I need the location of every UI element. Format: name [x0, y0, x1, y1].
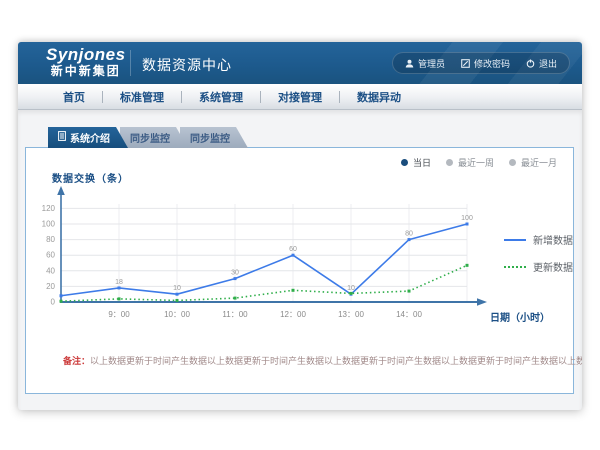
logo-subtext: 新中新集团	[46, 64, 126, 78]
svg-text:13：00: 13：00	[338, 310, 364, 319]
main-nav: 首页 标准管理 系统管理 对接管理 数据异动	[18, 84, 582, 110]
power-icon	[526, 59, 535, 68]
tab-system-intro[interactable]: 系统介绍	[48, 127, 128, 148]
radio-last-week[interactable]: 最近一周	[446, 156, 494, 169]
legend-update-data[interactable]: 更新数据	[504, 259, 573, 274]
tab-label: 同步监控	[190, 130, 230, 145]
svg-text:12：00: 12：00	[280, 310, 306, 319]
svg-text:100: 100	[461, 215, 473, 222]
svg-text:60: 60	[46, 251, 55, 260]
radio-label: 最近一月	[521, 156, 557, 169]
line-chart-svg: 0 20 40 60 80 100 120 9：00 10：00 11：00 12：00 13：00 1…	[26, 178, 574, 328]
series-legend: 新增数据 更新数据	[504, 232, 573, 274]
tab-sync-monitor-2[interactable]: 同步监控	[180, 127, 248, 148]
svg-text:0: 0	[51, 298, 56, 307]
content-area: 系统介绍 同步监控 同步监控 当日 最近一周	[18, 110, 582, 410]
svg-text:9：00: 9：00	[108, 310, 130, 319]
legend-label: 更新数据	[533, 259, 573, 274]
header-divider	[130, 50, 131, 76]
current-user-label: 管理员	[418, 57, 445, 70]
radio-dot	[446, 159, 453, 166]
x-axis-title: 日期（小时）	[490, 309, 550, 324]
nav-item-interface-mgmt[interactable]: 对接管理	[261, 89, 339, 105]
nav-item-standard-mgmt[interactable]: 标准管理	[103, 89, 181, 105]
edit-icon	[461, 59, 470, 68]
nav-item-data-change[interactable]: 数据异动	[340, 89, 418, 105]
tab-bar: 系统介绍 同步监控 同步监控	[48, 127, 248, 148]
footnote-label: 备注：	[63, 356, 90, 366]
radio-dot	[509, 159, 516, 166]
time-range-filter: 当日 最近一周 最近一月	[401, 156, 557, 169]
document-icon	[58, 131, 66, 144]
footnote: 备注：以上数据更新于时间产生数据以上数据更新于时间产生数据以上数据更新于时间产生…	[63, 354, 582, 367]
user-icon	[405, 59, 414, 68]
change-password-button[interactable]: 修改密码	[461, 57, 510, 70]
svg-text:40: 40	[46, 266, 55, 275]
company-logo: Synjones 新中新集团	[46, 46, 126, 78]
footnote-text: 以上数据更新于时间产生数据以上数据更新于时间产生数据以上数据更新于时间产生数据以…	[90, 356, 582, 366]
logout-label: 退出	[539, 57, 557, 70]
user-toolbar: 管理员 修改密码 退出	[392, 52, 570, 74]
svg-text:10：00: 10：00	[164, 310, 190, 319]
tab-sync-monitor-1[interactable]: 同步监控	[120, 127, 188, 148]
page-title: 数据资源中心	[142, 55, 232, 75]
svg-text:20: 20	[46, 282, 55, 291]
radio-dot	[401, 159, 408, 166]
svg-text:100: 100	[42, 220, 56, 229]
radio-label: 当日	[413, 156, 431, 169]
app-window: Synjones 新中新集团 数据资源中心 管理员 修改密码	[18, 42, 582, 410]
tab-label: 同步监控	[130, 130, 170, 145]
chart-panel: 当日 最近一周 最近一月 数据交换（条） 0204060801001209：00…	[25, 147, 574, 394]
svg-text:14：00: 14：00	[396, 310, 422, 319]
svg-text:80: 80	[46, 235, 55, 244]
svg-text:18: 18	[115, 279, 123, 286]
app-header: Synjones 新中新集团 数据资源中心 管理员 修改密码	[18, 42, 582, 84]
dotted-line-swatch	[504, 266, 526, 268]
svg-text:11：00: 11：00	[222, 310, 248, 319]
radio-last-month[interactable]: 最近一月	[509, 156, 557, 169]
nav-item-home[interactable]: 首页	[46, 89, 102, 105]
current-user-button[interactable]: 管理员	[405, 57, 445, 70]
logout-button[interactable]: 退出	[526, 57, 557, 70]
radio-today[interactable]: 当日	[401, 156, 431, 169]
svg-text:120: 120	[42, 204, 56, 213]
tab-label: 系统介绍	[70, 130, 110, 145]
svg-text:80: 80	[405, 231, 413, 238]
legend-new-data[interactable]: 新增数据	[504, 232, 573, 247]
logo-text: Synjones	[46, 46, 126, 64]
change-password-label: 修改密码	[474, 57, 510, 70]
legend-label: 新增数据	[533, 232, 573, 247]
nav-item-system-mgmt[interactable]: 系统管理	[182, 89, 260, 105]
solid-line-swatch	[504, 239, 526, 241]
svg-text:10: 10	[173, 285, 181, 292]
radio-label: 最近一周	[458, 156, 494, 169]
svg-text:10: 10	[347, 285, 355, 292]
svg-text:60: 60	[289, 246, 297, 253]
svg-text:30: 30	[231, 270, 239, 277]
